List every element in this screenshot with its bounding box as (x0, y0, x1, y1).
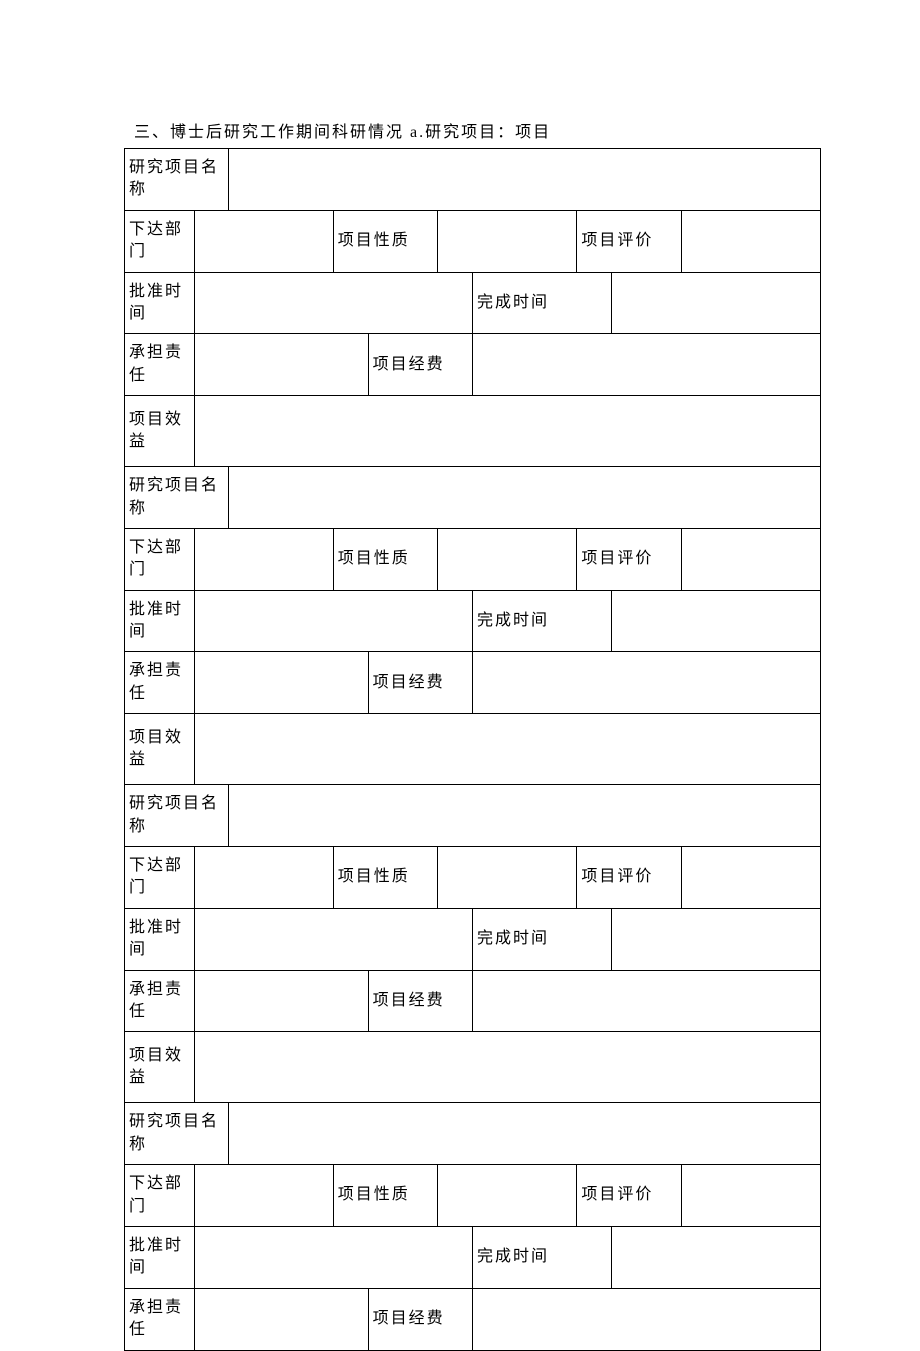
label-project-funding: 项目经费 (368, 1288, 472, 1350)
value-project-funding (472, 334, 820, 396)
table-row: 承担责任 项目经费 (125, 334, 821, 396)
value-project-funding (472, 1288, 820, 1350)
value-responsibility (194, 970, 368, 1032)
table-row: 项目效益 (125, 714, 821, 785)
table-row: 下达部门 项目性质 项目评价 (125, 1165, 821, 1227)
value-issuing-dept (194, 210, 333, 272)
label-approval-time: 批准时间 (125, 908, 195, 970)
value-approval-time (194, 590, 472, 652)
table-row: 研究项目名称 (125, 149, 821, 211)
value-project-eval (681, 528, 820, 590)
label-issuing-dept: 下达部门 (125, 210, 195, 272)
table-row: 承担责任 项目经费 (125, 970, 821, 1032)
value-project-eval (681, 210, 820, 272)
label-project-eval: 项目评价 (577, 528, 681, 590)
label-responsibility: 承担责任 (125, 652, 195, 714)
value-approval-time (194, 1226, 472, 1288)
value-project-name (229, 149, 821, 211)
page-container: 三、博士后研究工作期间科研情况 a.研究项目：项目 研究项目名称 下达部门 项目… (0, 0, 920, 1351)
value-completion-time (612, 1226, 821, 1288)
table-row: 批准时间 完成时间 (125, 1226, 821, 1288)
value-responsibility (194, 334, 368, 396)
label-project-nature: 项目性质 (333, 210, 437, 272)
label-project-eval: 项目评价 (577, 1165, 681, 1227)
table-row: 承担责任 项目经费 (125, 652, 821, 714)
label-project-nature: 项目性质 (333, 847, 437, 909)
value-project-eval (681, 847, 820, 909)
value-project-name (229, 467, 821, 529)
label-project-nature: 项目性质 (333, 528, 437, 590)
value-project-benefit (194, 714, 820, 785)
table-row: 下达部门 项目性质 项目评价 (125, 528, 821, 590)
value-issuing-dept (194, 528, 333, 590)
table-row: 下达部门 项目性质 项目评价 (125, 210, 821, 272)
value-project-nature (438, 847, 577, 909)
value-issuing-dept (194, 1165, 333, 1227)
value-project-benefit (194, 1032, 820, 1103)
value-project-name (229, 785, 821, 847)
label-approval-time: 批准时间 (125, 272, 195, 334)
label-approval-time: 批准时间 (125, 590, 195, 652)
label-project-name: 研究项目名称 (125, 1103, 229, 1165)
value-project-nature (438, 210, 577, 272)
label-responsibility: 承担责任 (125, 334, 195, 396)
value-approval-time (194, 272, 472, 334)
label-project-benefit: 项目效益 (125, 1032, 195, 1103)
value-project-funding (472, 652, 820, 714)
value-completion-time (612, 590, 821, 652)
label-project-funding: 项目经费 (368, 334, 472, 396)
label-completion-time: 完成时间 (472, 1226, 611, 1288)
value-approval-time (194, 908, 472, 970)
value-project-nature (438, 528, 577, 590)
value-responsibility (194, 1288, 368, 1350)
value-responsibility (194, 652, 368, 714)
table-row: 批准时间 完成时间 (125, 590, 821, 652)
label-issuing-dept: 下达部门 (125, 528, 195, 590)
label-completion-time: 完成时间 (472, 590, 611, 652)
value-project-eval (681, 1165, 820, 1227)
label-project-name: 研究项目名称 (125, 149, 229, 211)
label-project-name: 研究项目名称 (125, 467, 229, 529)
value-completion-time (612, 272, 821, 334)
label-completion-time: 完成时间 (472, 272, 611, 334)
label-issuing-dept: 下达部门 (125, 847, 195, 909)
label-responsibility: 承担责任 (125, 1288, 195, 1350)
table-row: 项目效益 (125, 1032, 821, 1103)
label-project-benefit: 项目效益 (125, 714, 195, 785)
research-projects-table: 研究项目名称 下达部门 项目性质 项目评价 批准时间 完成时间 承担责任 项目经… (124, 148, 821, 1351)
label-responsibility: 承担责任 (125, 970, 195, 1032)
label-project-benefit: 项目效益 (125, 396, 195, 467)
value-project-name (229, 1103, 821, 1165)
label-project-eval: 项目评价 (577, 210, 681, 272)
value-project-nature (438, 1165, 577, 1227)
value-project-funding (472, 970, 820, 1032)
value-issuing-dept (194, 847, 333, 909)
label-project-eval: 项目评价 (577, 847, 681, 909)
label-project-nature: 项目性质 (333, 1165, 437, 1227)
label-project-funding: 项目经费 (368, 652, 472, 714)
label-issuing-dept: 下达部门 (125, 1165, 195, 1227)
label-approval-time: 批准时间 (125, 1226, 195, 1288)
table-row: 批准时间 完成时间 (125, 908, 821, 970)
table-row: 研究项目名称 (125, 785, 821, 847)
table-row: 承担责任 项目经费 (125, 1288, 821, 1350)
value-completion-time (612, 908, 821, 970)
table-row: 研究项目名称 (125, 1103, 821, 1165)
table-row: 批准时间 完成时间 (125, 272, 821, 334)
label-project-funding: 项目经费 (368, 970, 472, 1032)
label-project-name: 研究项目名称 (125, 785, 229, 847)
label-completion-time: 完成时间 (472, 908, 611, 970)
value-project-benefit (194, 396, 820, 467)
table-row: 下达部门 项目性质 项目评价 (125, 847, 821, 909)
section-heading: 三、博士后研究工作期间科研情况 a.研究项目：项目 (134, 118, 920, 142)
table-row: 研究项目名称 (125, 467, 821, 529)
table-row: 项目效益 (125, 396, 821, 467)
